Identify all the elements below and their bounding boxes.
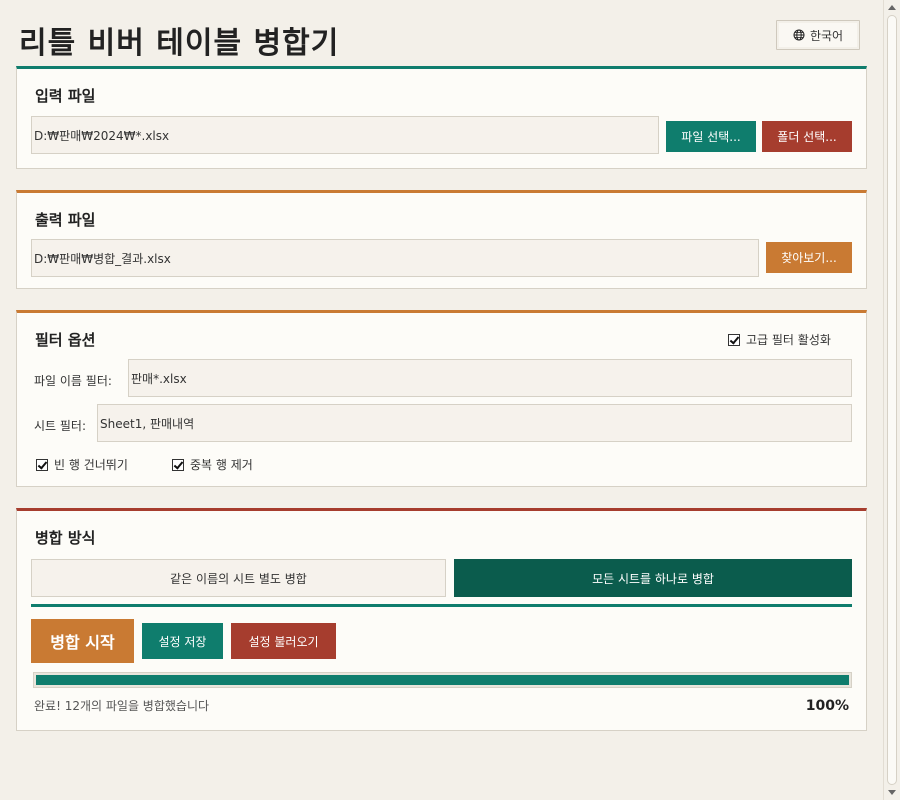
remove-duplicates-toggle[interactable]: 중복 행 제거	[172, 456, 253, 473]
select-folder-button[interactable]: 폴더 선택...	[762, 121, 852, 152]
progress-bar	[33, 672, 852, 688]
browse-button[interactable]: 찾아보기...	[766, 242, 852, 273]
output-path-field[interactable]	[31, 239, 759, 277]
merge-section-title: 병합 방식	[35, 529, 96, 547]
remove-duplicates-checkbox[interactable]	[172, 458, 184, 471]
advanced-filter-toggle[interactable]: 고급 필터 활성화	[728, 331, 831, 348]
merge-method-section: 병합 방식 같은 이름의 시트 별도 병합 모든 시트를 하나로 병합 병합 시…	[16, 508, 867, 731]
input-path-field[interactable]	[31, 116, 659, 154]
advanced-filter-label: 고급 필터 활성화	[746, 333, 831, 347]
output-file-section: 출력 파일 찾아보기...	[16, 190, 867, 289]
merge-mode-all[interactable]: 모든 시트를 하나로 병합	[454, 559, 852, 597]
save-settings-button[interactable]: 설정 저장	[142, 623, 223, 659]
scroll-thumb[interactable]	[887, 15, 897, 785]
skip-empty-rows-toggle[interactable]: 빈 행 건너뛰기	[36, 456, 128, 473]
filter-options-section: 필터 옵션 고급 필터 활성화 파일 이름 필터: 시트 필터: 빈 행 건너뛰…	[16, 310, 867, 487]
globe-icon	[793, 29, 805, 41]
progress-percent: 100%	[805, 698, 849, 714]
sheet-filter-label: 시트 필터:	[34, 419, 87, 433]
advanced-filter-checkbox[interactable]	[728, 333, 740, 346]
vertical-scrollbar[interactable]	[883, 0, 900, 800]
skip-empty-rows-label: 빈 행 건너뛰기	[54, 458, 128, 472]
remove-duplicates-label: 중복 행 제거	[190, 458, 253, 472]
load-settings-button[interactable]: 설정 불러오기	[231, 623, 336, 659]
status-text: 완료! 12개의 파일을 병합했습니다	[34, 699, 210, 713]
select-files-button[interactable]: 파일 선택...	[666, 121, 756, 152]
start-merge-button[interactable]: 병합 시작	[31, 619, 134, 663]
app-title: 리틀 비버 테이블 병합기	[19, 26, 340, 61]
filter-section-title: 필터 옵션	[35, 331, 96, 349]
mode-divider	[31, 604, 852, 607]
sheet-filter-input[interactable]	[97, 404, 852, 442]
language-button[interactable]: 한국어	[776, 20, 860, 50]
language-label: 한국어	[809, 28, 844, 43]
scroll-down-arrow[interactable]	[888, 790, 896, 795]
merge-mode-by-name[interactable]: 같은 이름의 시트 별도 병합	[31, 559, 446, 597]
progress-fill	[36, 675, 849, 685]
input-files-section: 입력 파일 파일 선택... 폴더 선택...	[16, 66, 867, 169]
filename-filter-input[interactable]	[128, 359, 852, 397]
output-section-title: 출력 파일	[35, 211, 96, 229]
input-section-title: 입력 파일	[35, 87, 96, 105]
filename-filter-label: 파일 이름 필터:	[34, 374, 112, 388]
skip-empty-rows-checkbox[interactable]	[36, 458, 48, 471]
scroll-up-arrow[interactable]	[888, 5, 896, 10]
